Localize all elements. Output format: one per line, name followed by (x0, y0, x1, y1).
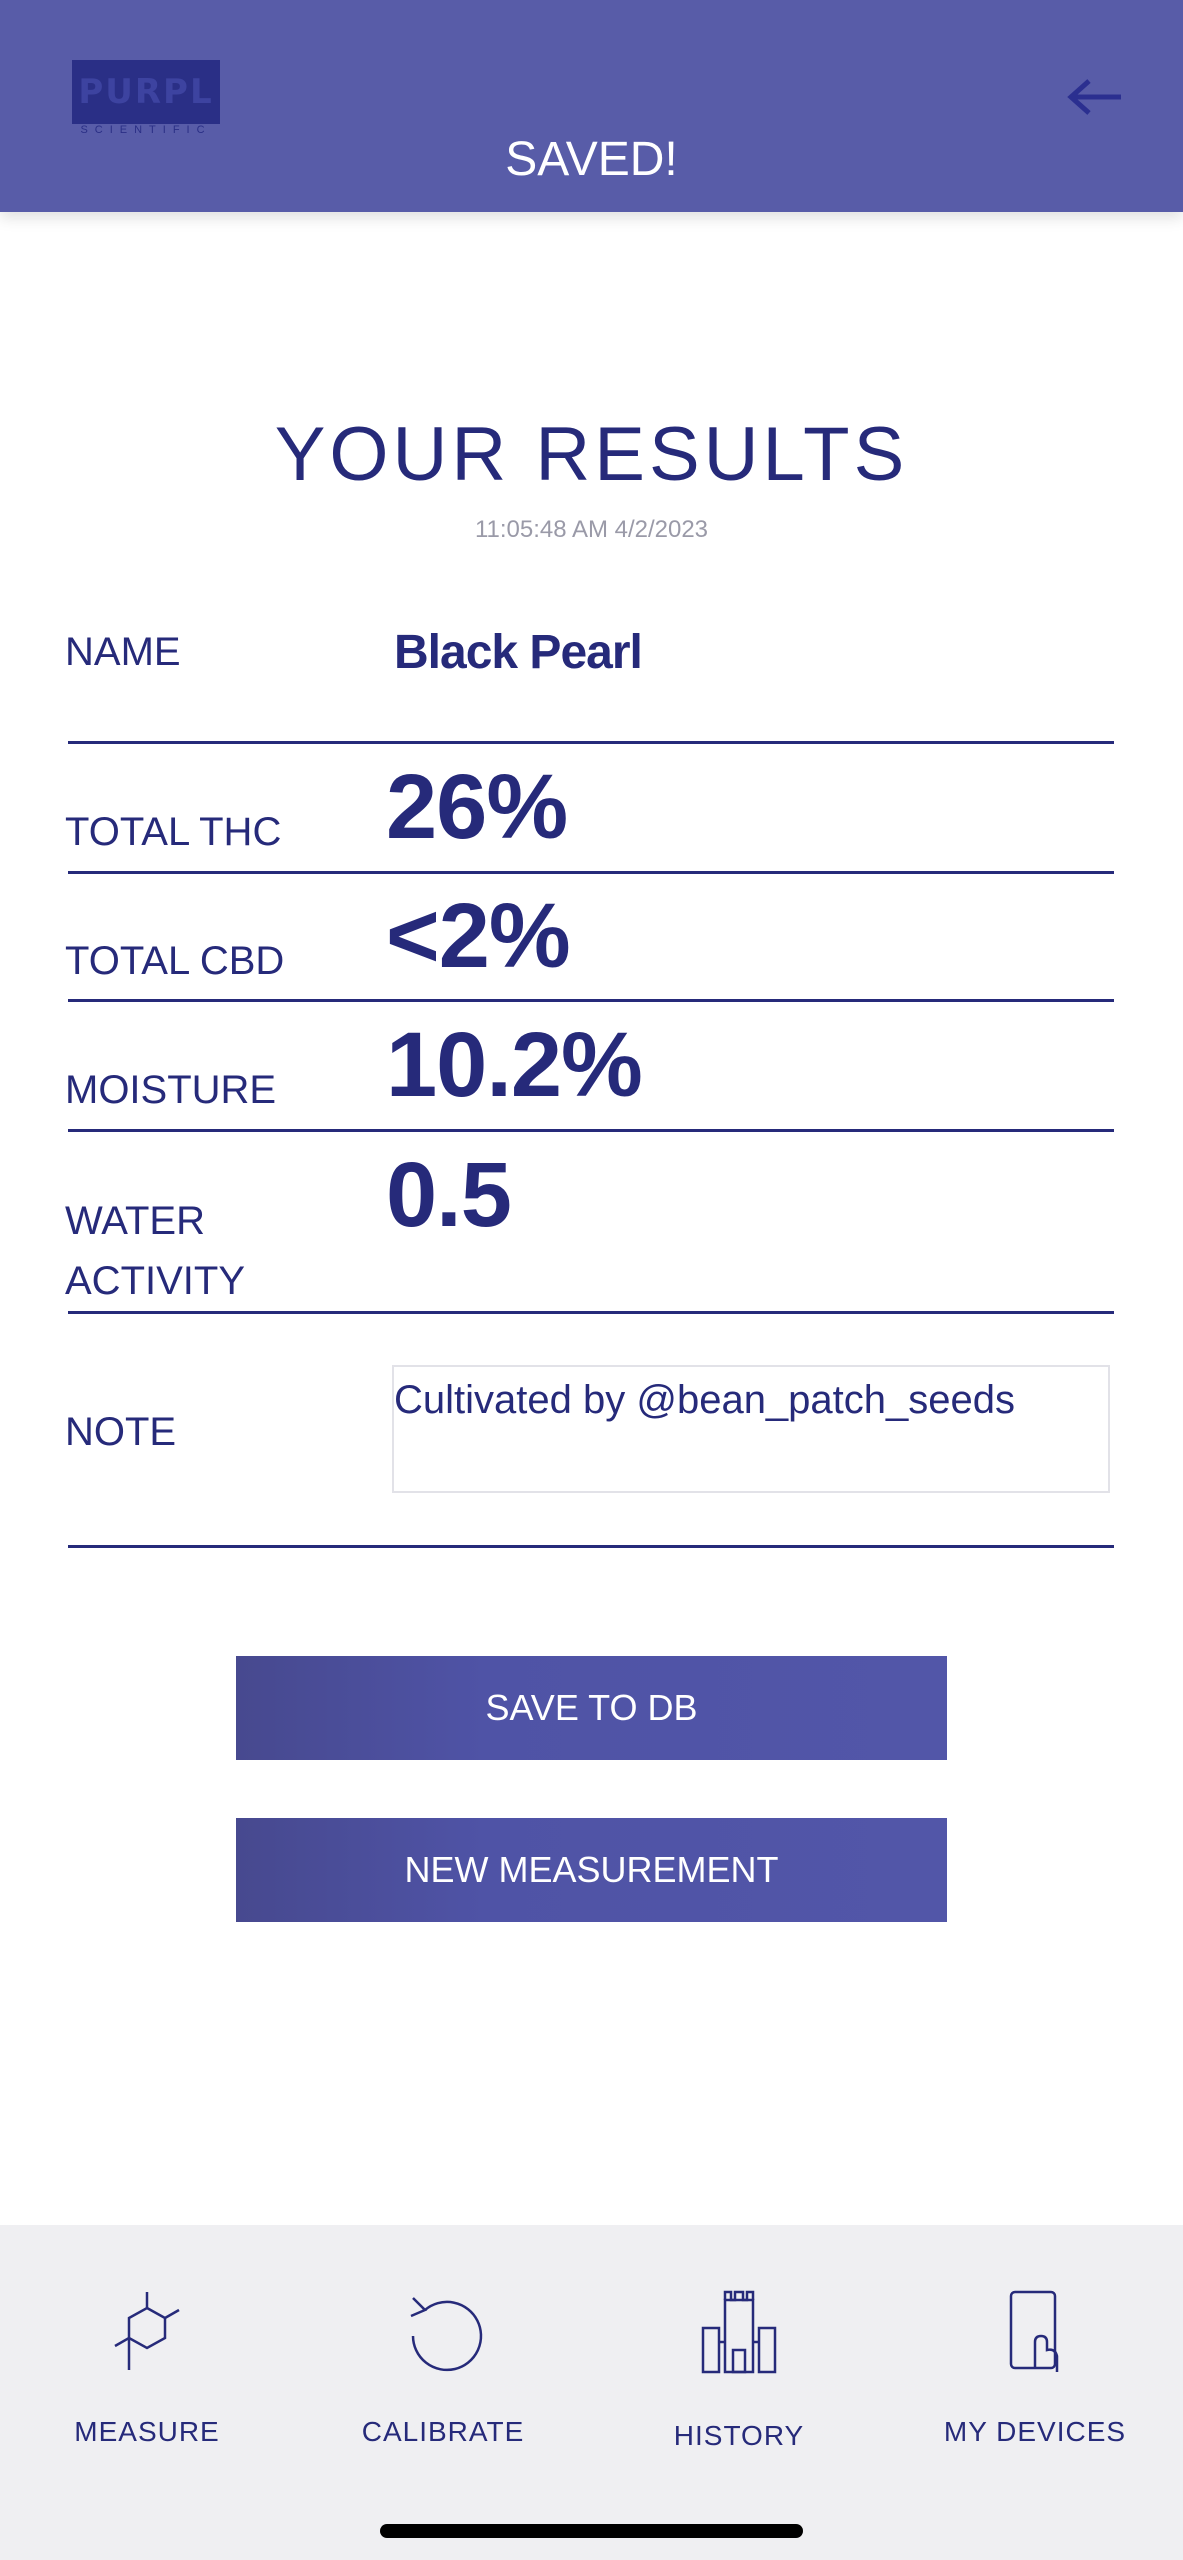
total-cbd-label: TOTAL CBD (65, 939, 285, 983)
save-to-db-button[interactable]: SAVE TO DB (236, 1656, 947, 1760)
divider (68, 1545, 1114, 1548)
left-arrow-icon (1067, 79, 1121, 115)
tab-history[interactable]: HISTORY (619, 2290, 859, 2470)
strain-name-value[interactable]: Black Pearl (394, 618, 643, 688)
moisture-label: MOISTURE (65, 1068, 277, 1112)
saved-banner-title: SAVED! (505, 133, 678, 186)
tab-measure-label: MEASURE (74, 2416, 220, 2447)
total-thc-label: TOTAL THC (65, 810, 282, 854)
tab-my-devices[interactable]: MY DEVICES (915, 2290, 1155, 2470)
note-text[interactable]: Cultivated by @bean_patch_seeds (394, 1370, 1015, 1430)
refresh-icon (410, 2297, 483, 2372)
divider (68, 1311, 1114, 1314)
page-title: YOUR RESULTS (274, 412, 909, 497)
name-label: NAME (65, 630, 181, 674)
divider (68, 999, 1114, 1002)
new-measurement-button[interactable]: NEW MEASUREMENT (236, 1818, 947, 1922)
note-label: NOTE (65, 1410, 177, 1454)
home-indicator (380, 2524, 803, 2538)
tab-calibrate[interactable]: CALIBRATE (323, 2290, 563, 2470)
divider (68, 1129, 1114, 1132)
result-timestamp: 11:05:48 AM 4/2/2023 (474, 516, 709, 543)
castle-icon (701, 2290, 777, 2374)
molecule-icon (114, 2292, 180, 2370)
tab-measure[interactable]: MEASURE (27, 2290, 267, 2470)
tab-my-devices-label: MY DEVICES (943, 2416, 1127, 2447)
divider (68, 741, 1114, 744)
water-activity-value: 0.5 (386, 1144, 512, 1246)
moisture-value: 10.2% (386, 1014, 643, 1116)
tab-history-label: HISTORY (673, 2420, 805, 2451)
back-button[interactable] (1060, 62, 1130, 132)
phone-touch-icon (1009, 2290, 1059, 2372)
divider (68, 871, 1114, 874)
water-activity-label-line1: WATER (65, 1199, 205, 1243)
total-thc-value: 26% (386, 756, 568, 858)
total-cbd-value: <2% (386, 885, 571, 987)
water-activity-label-line2: ACTIVITY (65, 1259, 246, 1303)
purpl-logo: PURPL (72, 60, 220, 124)
header-bar: PURPL SCIENTIFIC SAVED! (0, 0, 1183, 212)
tab-calibrate-label: CALIBRATE (361, 2416, 525, 2447)
